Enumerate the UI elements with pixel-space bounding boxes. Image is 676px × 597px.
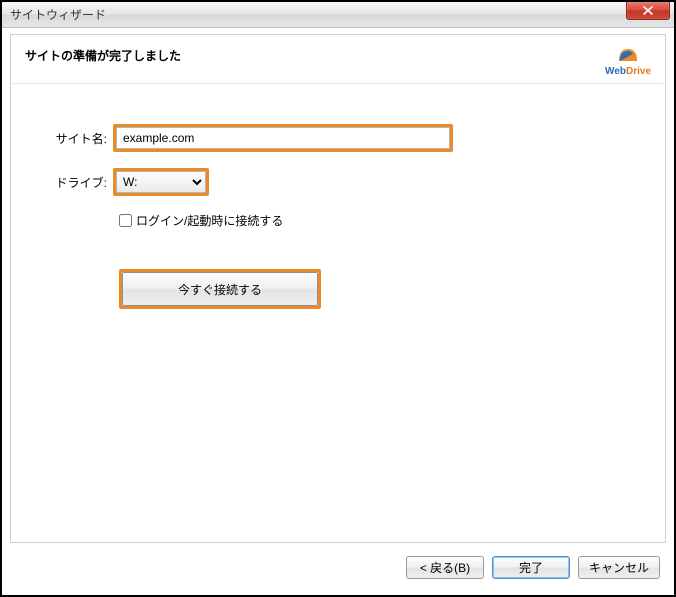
content-panel: サイトの準備が完了しました WebDrive サイト名: ドライブ: xyxy=(10,34,666,543)
brand-logo: WebDrive xyxy=(605,45,651,77)
connect-now-highlight: 今すぐ接続する xyxy=(119,269,321,309)
site-name-row: サイト名: xyxy=(41,124,635,152)
page-title: サイトの準備が完了しました xyxy=(25,45,181,64)
dialog-window: サイトウィザード サイトの準備が完了しました WebDrive サイト名: xyxy=(0,0,676,597)
close-button[interactable] xyxy=(626,2,670,20)
back-button[interactable]: < 戻る(B) xyxy=(406,556,484,579)
form-area: サイト名: ドライブ: W: ログイン/起動時に接続する 今すぐ接続する xyxy=(11,84,665,309)
drive-highlight: W: xyxy=(113,168,209,196)
connect-on-login-row: ログイン/起動時に接続する xyxy=(119,212,635,229)
footer-buttons: < 戻る(B) 完了 キャンセル xyxy=(10,547,666,587)
site-name-label: サイト名: xyxy=(41,130,113,147)
connect-on-login-label: ログイン/起動時に接続する xyxy=(136,212,283,229)
drive-label: ドライブ: xyxy=(41,174,113,191)
brand-text: WebDrive xyxy=(605,67,651,77)
drive-select[interactable]: W: xyxy=(116,171,206,193)
drive-row: ドライブ: W: xyxy=(41,168,635,196)
site-name-highlight xyxy=(113,124,453,152)
window-title: サイトウィザード xyxy=(10,6,106,23)
close-icon xyxy=(643,6,653,15)
site-name-input[interactable] xyxy=(116,127,450,149)
webdrive-icon xyxy=(617,45,639,65)
finish-button[interactable]: 完了 xyxy=(492,556,570,579)
connect-now-button[interactable]: 今すぐ接続する xyxy=(122,272,318,306)
titlebar: サイトウィザード xyxy=(2,2,674,28)
cancel-button[interactable]: キャンセル xyxy=(578,556,660,579)
connect-on-login-checkbox[interactable] xyxy=(119,214,132,227)
header-row: サイトの準備が完了しました WebDrive xyxy=(11,35,665,83)
